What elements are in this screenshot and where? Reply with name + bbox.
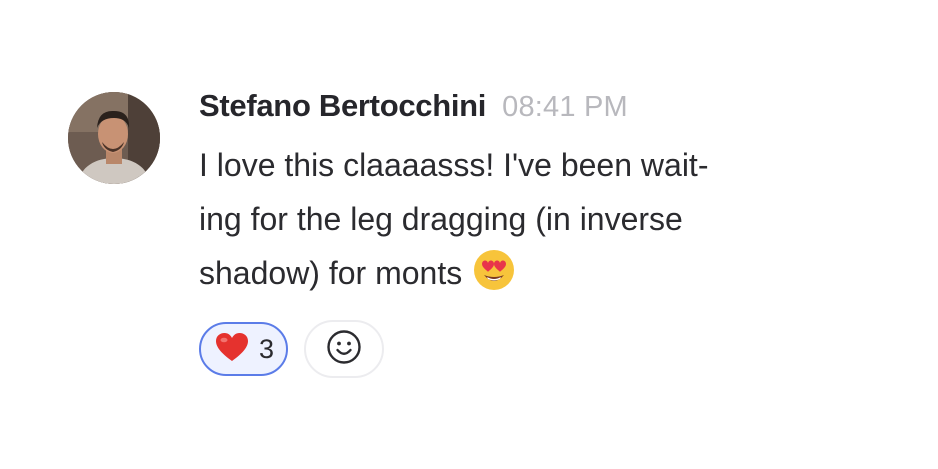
smiley-face-icon bbox=[326, 329, 362, 370]
red-heart-icon bbox=[215, 332, 249, 367]
add-reaction-button[interactable] bbox=[304, 320, 385, 378]
message-text-line-3: shadow) for monts bbox=[199, 255, 463, 291]
message-header: Stefano Bertocchini 08:41 PM bbox=[199, 88, 879, 128]
avatar-photo bbox=[68, 92, 160, 184]
author-name[interactable]: Stefano Bertocchini bbox=[199, 88, 486, 124]
message-text: I love this claaaasss! I've been wait- i… bbox=[199, 138, 849, 308]
reaction-count: 3 bbox=[259, 333, 275, 364]
message-text-line-1: I love this claaaasss! I've been wait- bbox=[199, 147, 709, 183]
message-content: Stefano Bertocchini 08:41 PM I love this… bbox=[199, 88, 879, 378]
reaction-bar: 3 bbox=[199, 320, 385, 378]
message-text-line-2: ing for the leg dragging (in inverse bbox=[199, 201, 683, 237]
heart-eyes-face-icon bbox=[472, 248, 516, 308]
reaction-heart-button[interactable]: 3 bbox=[199, 322, 289, 376]
avatar[interactable] bbox=[68, 92, 160, 184]
message-timestamp: 08:41 PM bbox=[502, 91, 628, 123]
